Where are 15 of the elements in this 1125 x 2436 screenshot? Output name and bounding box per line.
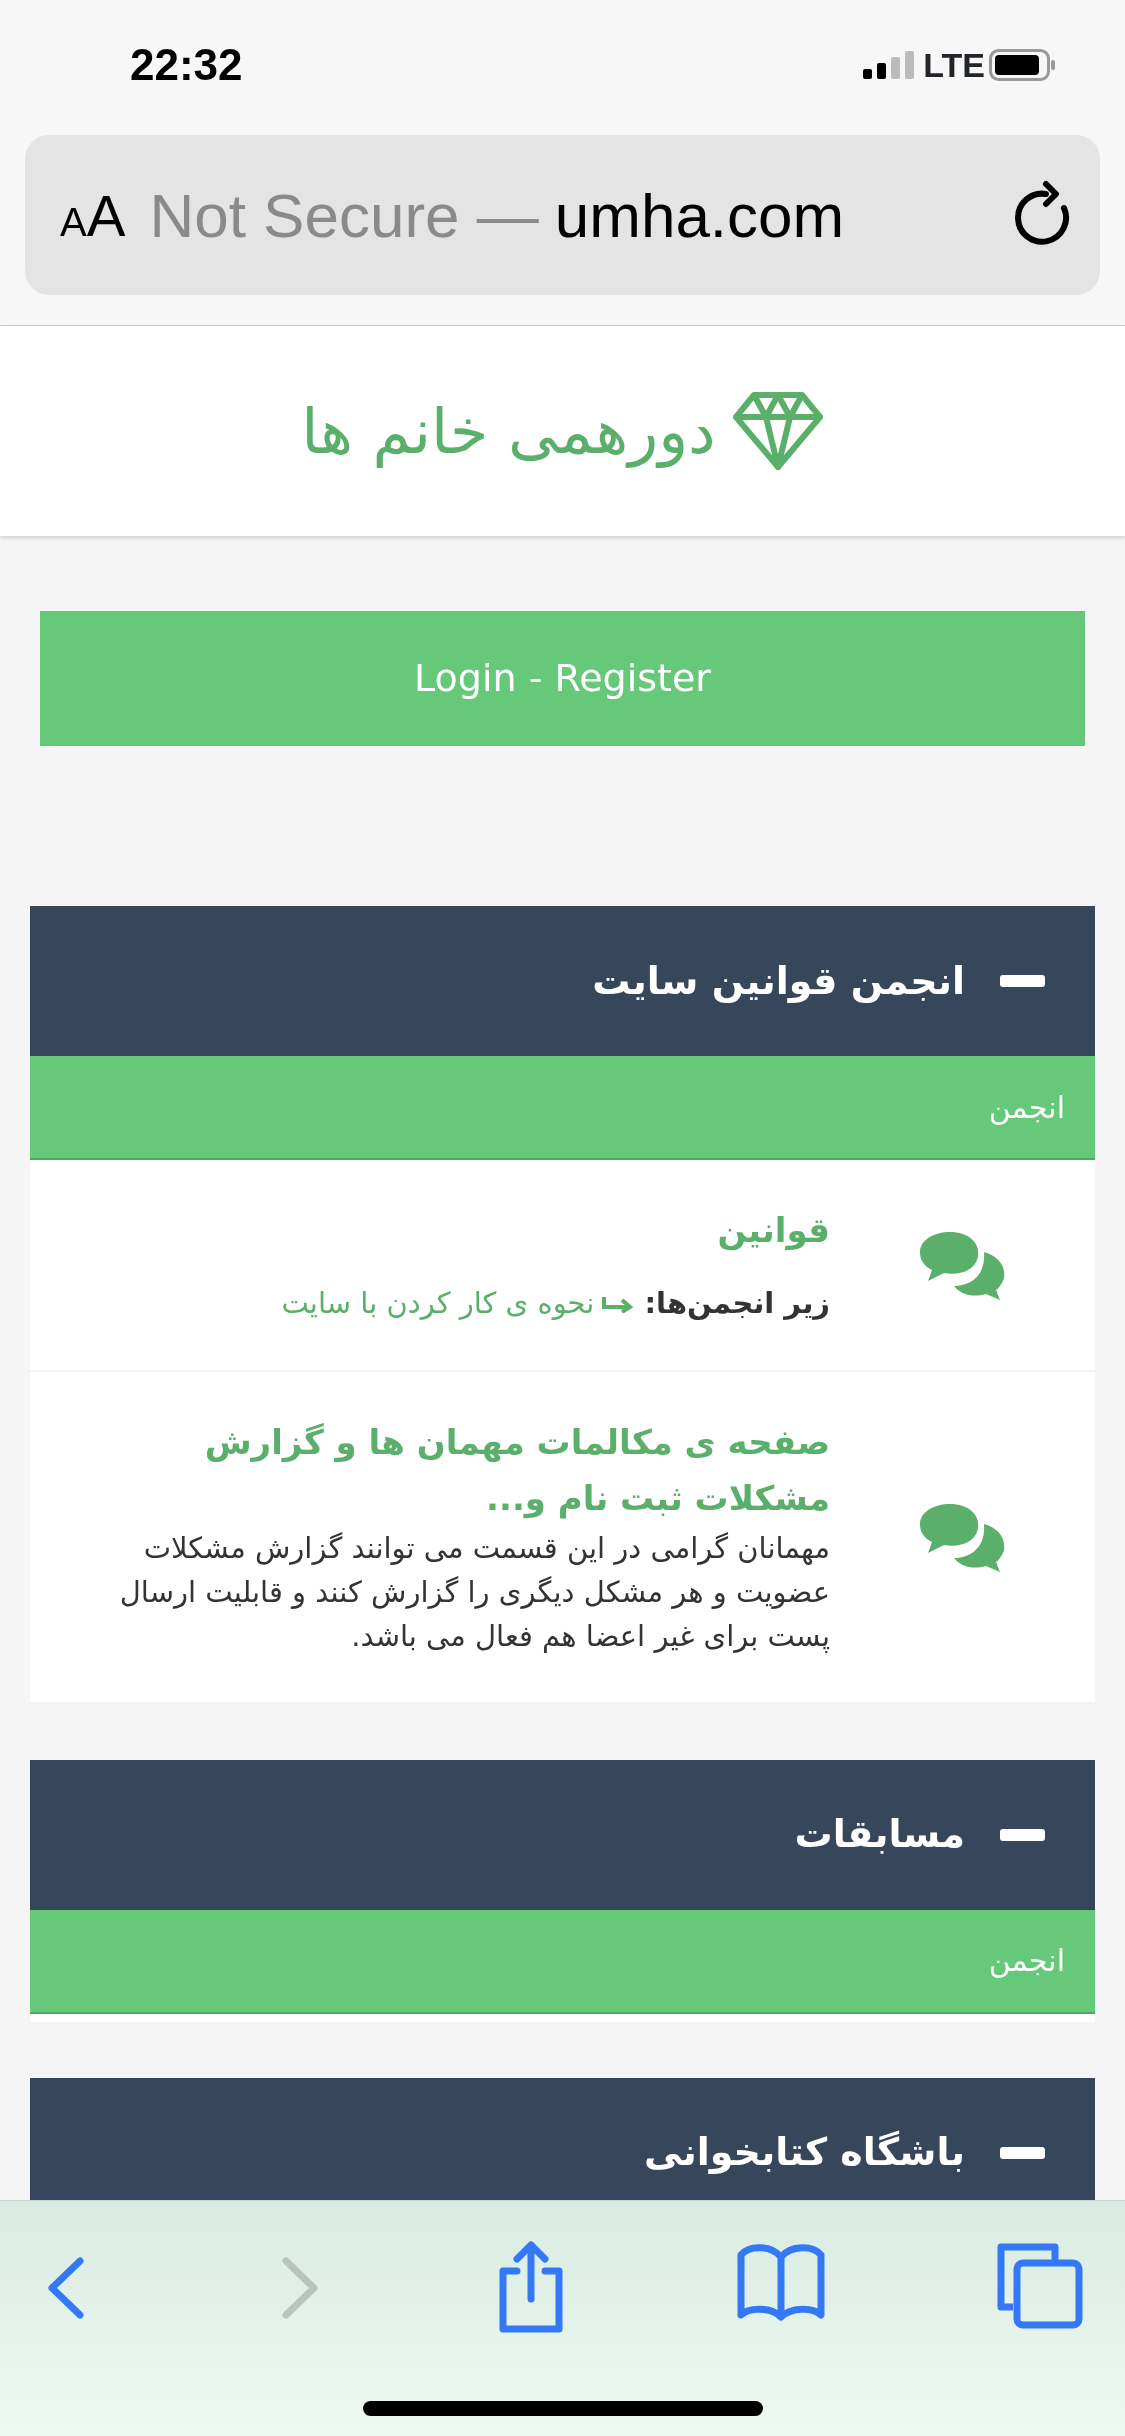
diamond-icon [731, 391, 824, 471]
section-header[interactable]: مسابقات [30, 1759, 1095, 1910]
collapse-icon[interactable] [1000, 1828, 1045, 1841]
network-label: LTE [923, 44, 985, 86]
forum-description: مهمانان گرامی در این قسمت می توانند گزارش مشکلات عضویت و هر مشکل دیگری را گزارش کنند و قابلیت ارسال پست برای غیر اعضا هم فعال می باشد. [118, 1529, 830, 1656]
url-field[interactable]: Not Secure — umha.com [149, 168, 988, 262]
collapse-icon[interactable] [1000, 2146, 1045, 2159]
column-label: انجمن [988, 1088, 1065, 1127]
text-size-button[interactable]: AA [60, 171, 126, 259]
subforums-label: زیر انجمن‌ها: [644, 1285, 830, 1322]
section-header[interactable]: انجمن قوانین سایت [30, 906, 1095, 1056]
battery-icon [989, 49, 1055, 81]
section-header[interactable]: باشگاه کتابخوانی [30, 2077, 1095, 2200]
status-time: 22:32 [130, 39, 243, 91]
column-label: انجمن [988, 1942, 1065, 1980]
